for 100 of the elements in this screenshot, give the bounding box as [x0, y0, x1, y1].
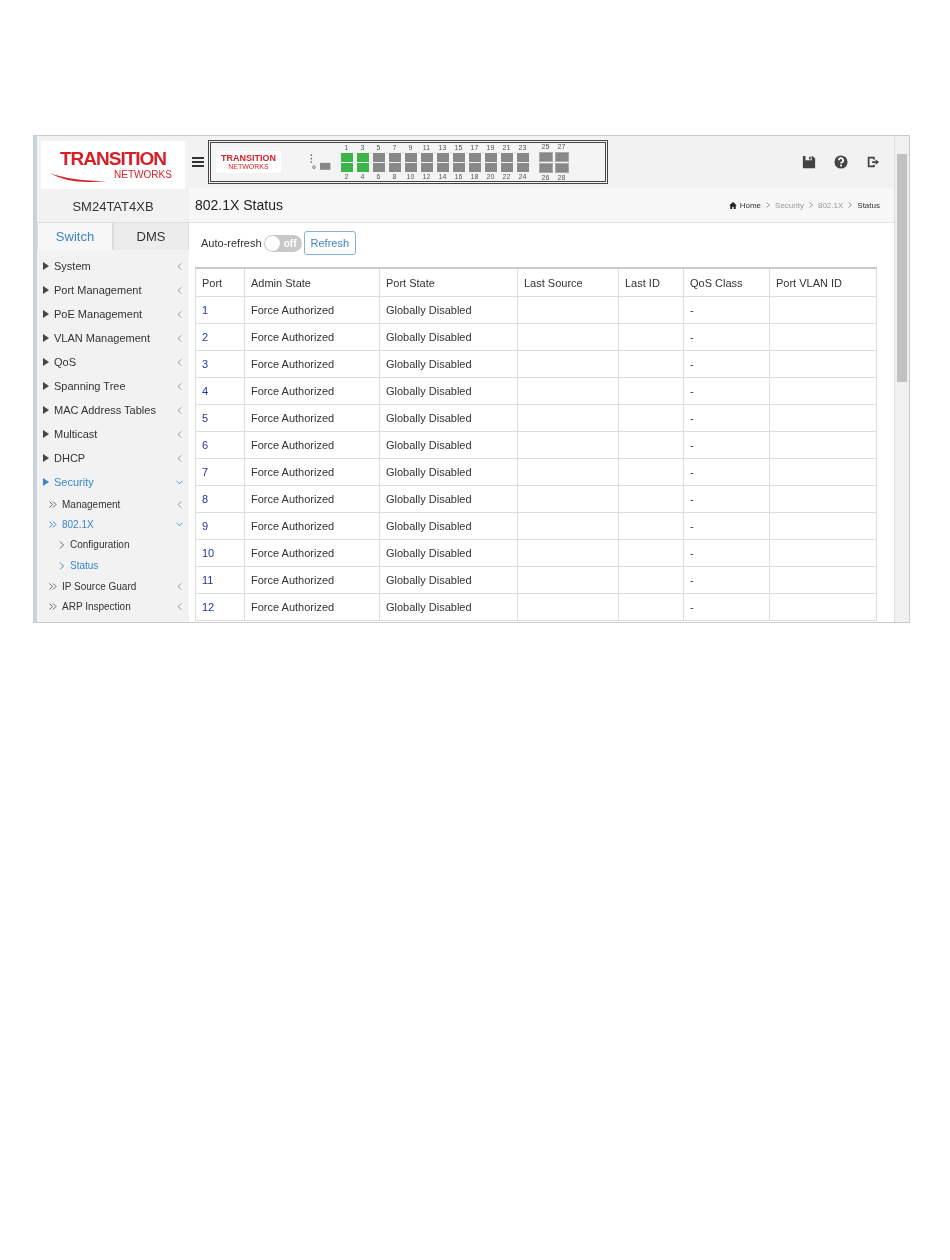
sfp-port[interactable] — [538, 151, 553, 162]
help-icon[interactable] — [834, 155, 848, 169]
port-link[interactable]: 4 — [202, 385, 209, 397]
sfp-port[interactable] — [538, 162, 553, 173]
table-cell: Globally Disabled — [386, 358, 472, 370]
menu-icon[interactable] — [192, 157, 204, 167]
port-jack[interactable] — [516, 152, 529, 162]
caret-right-icon — [43, 382, 49, 390]
sfp-port[interactable] — [554, 162, 569, 173]
submenu-item[interactable]: 802.1X — [37, 514, 189, 534]
chevron-left-icon — [176, 406, 183, 414]
port-link[interactable]: 10 — [202, 547, 215, 559]
port-jack[interactable] — [372, 152, 385, 162]
submenu-item[interactable]: ARP Inspection — [37, 596, 189, 616]
submenu-item[interactable]: Configuration — [37, 534, 189, 555]
port-link[interactable]: 11 — [202, 574, 214, 586]
port-jack[interactable] — [468, 162, 481, 172]
chevron-down-icon — [176, 478, 183, 486]
chevron-right-icon — [766, 202, 771, 208]
menu-item[interactable]: System — [37, 254, 189, 278]
chevron-left-icon — [176, 382, 183, 390]
table-cell: - — [690, 304, 694, 316]
port-jack[interactable] — [500, 152, 513, 162]
menu-item[interactable]: Port Management — [37, 278, 189, 302]
port-jack[interactable] — [420, 162, 433, 172]
table-cell: Force Authorized — [251, 493, 335, 505]
port-jack[interactable] — [484, 152, 497, 162]
chevron-left-icon — [176, 262, 183, 270]
port-jack[interactable] — [356, 152, 369, 162]
port-jack[interactable] — [420, 152, 433, 162]
port-jack[interactable] — [500, 162, 513, 172]
refresh-button[interactable]: Refresh — [303, 231, 357, 255]
breadcrumb-link[interactable]: Home — [739, 200, 762, 210]
sfp-port[interactable] — [554, 151, 569, 162]
table-cell: - — [690, 385, 694, 397]
port-jack[interactable] — [452, 152, 465, 162]
double-chevron-icon — [49, 500, 57, 508]
caret-right-icon — [43, 430, 49, 438]
double-chevron-icon — [49, 520, 57, 528]
submenu-item[interactable]: IP Source Guard — [37, 576, 189, 596]
port-jack[interactable] — [404, 162, 417, 172]
port-jack[interactable] — [388, 162, 401, 172]
submenu-item[interactable]: Management — [37, 494, 189, 514]
menu-item[interactable]: DHCP — [37, 446, 189, 470]
table-cell: Force Authorized — [251, 439, 335, 451]
sidebar-tab[interactable]: Switch — [37, 222, 113, 250]
caret-right-icon — [43, 454, 49, 462]
port-link[interactable]: 9 — [202, 520, 209, 532]
table-cell: Globally Disabled — [386, 601, 472, 613]
port-jack[interactable] — [436, 162, 449, 172]
chevron-left-icon — [176, 430, 183, 438]
scrollbar[interactable] — [894, 136, 909, 622]
port-link[interactable]: 8 — [202, 493, 209, 505]
table-cell: - — [690, 547, 694, 559]
port-jack[interactable] — [340, 152, 353, 162]
port-jack[interactable] — [372, 162, 385, 172]
port-link[interactable]: 2 — [202, 331, 209, 343]
table-cell: - — [690, 358, 694, 370]
table-cell: - — [690, 574, 694, 586]
chevron-left-icon — [176, 582, 183, 590]
port-jack[interactable] — [452, 162, 465, 172]
logout-icon[interactable] — [866, 155, 880, 169]
menu-item[interactable]: Spanning Tree — [37, 374, 189, 398]
port-jack[interactable] — [388, 152, 401, 162]
port-jack[interactable] — [468, 152, 481, 162]
port-jack[interactable] — [404, 152, 417, 162]
chevron-left-icon — [176, 602, 183, 610]
caret-right-icon — [43, 334, 49, 342]
port-link[interactable]: 6 — [202, 439, 209, 451]
menu-item[interactable]: MAC Address Tables — [37, 398, 189, 422]
menu-item[interactable]: VLAN Management — [37, 326, 189, 350]
breadcrumb-link[interactable]: Status — [857, 200, 880, 210]
table-cell: Globally Disabled — [386, 304, 472, 316]
table-cell: Force Authorized — [251, 412, 335, 424]
port-link[interactable]: 12 — [202, 601, 215, 613]
port-jack[interactable] — [356, 162, 369, 172]
menu-item[interactable]: PoE Management — [37, 302, 189, 326]
menu-item[interactable]: QoS — [37, 350, 189, 374]
column-header: Port VLAN ID — [769, 268, 877, 297]
sidebar-tab[interactable]: DMS — [113, 222, 189, 250]
port-jack[interactable] — [340, 162, 353, 172]
table-cell: Globally Disabled — [386, 466, 472, 478]
port-link[interactable]: 5 — [202, 412, 209, 424]
port-jack[interactable] — [516, 162, 529, 172]
table-cell: - — [690, 466, 694, 478]
save-icon[interactable] — [802, 155, 816, 169]
table-cell: Globally Disabled — [386, 493, 472, 505]
port-link[interactable]: 3 — [202, 358, 209, 370]
menu-item[interactable]: Security — [37, 470, 189, 494]
port-link[interactable]: 1 — [202, 304, 209, 316]
column-header: Last ID — [618, 268, 684, 297]
port-jack[interactable] — [484, 162, 497, 172]
caret-right-icon — [43, 310, 49, 318]
caret-right-icon — [43, 406, 49, 414]
menu-item[interactable]: Multicast — [37, 422, 189, 446]
port-link[interactable]: 7 — [202, 466, 209, 478]
table-cell: Globally Disabled — [386, 547, 472, 559]
table-cell: - — [690, 331, 694, 343]
submenu-item[interactable]: Status — [37, 555, 189, 576]
port-jack[interactable] — [436, 152, 449, 162]
